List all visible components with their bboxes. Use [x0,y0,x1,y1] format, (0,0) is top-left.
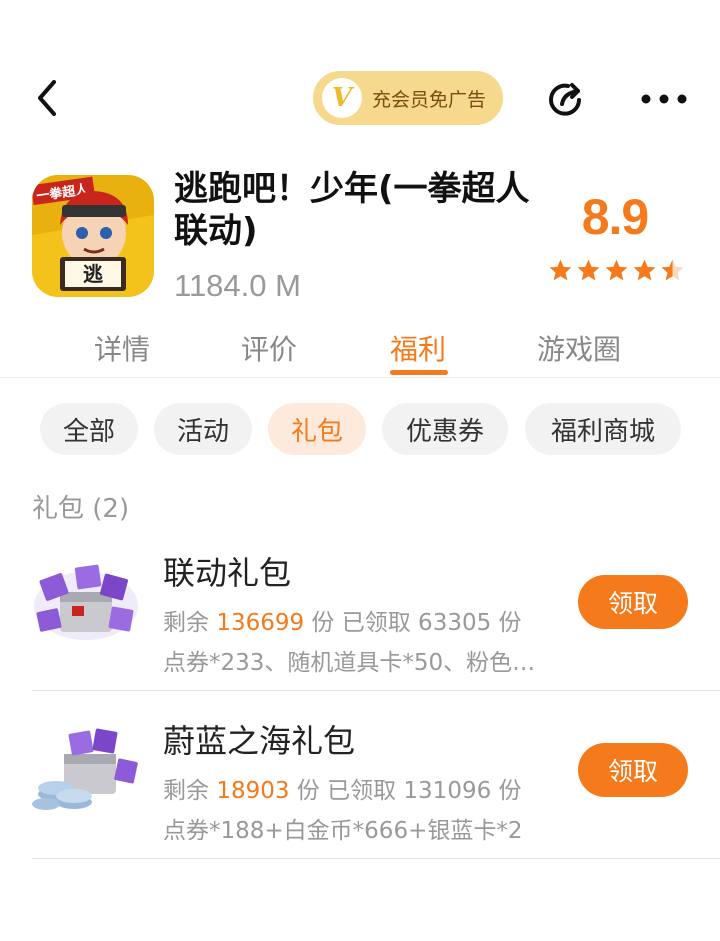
gift-pack-image [30,714,142,814]
gift-title: 联动礼包 [163,554,292,592]
chip-all[interactable]: 全部 [40,403,138,455]
divider [32,690,720,691]
gift-description: 点券*188+白金币*666+银蓝卡*2 [163,818,523,844]
tab-game-circle[interactable]: 游戏圈 [537,328,621,368]
tab-details[interactable]: 详情 [94,328,150,368]
chip-gift-packs[interactable]: 礼包 [268,403,366,455]
vip-icon: V [322,78,362,118]
tab-active-indicator [390,370,448,375]
chevron-left-icon [38,80,56,116]
app-icon: 一拳超人 逃 [32,175,154,297]
app-size: 1184.0 M [174,268,301,303]
vip-ad-free-button[interactable]: V 充会员免广告 [313,71,503,125]
remaining-count: 136699 [216,610,305,636]
share-button[interactable] [546,78,588,120]
list-item: 联动礼包 剩余 136699 份 已领取 63305 份 点券*233、随机道具… [0,528,720,696]
gift-stats: 剩余 18903 份 已领取 131096 份 [163,778,522,804]
icon-text-sign: 逃 [83,262,104,286]
list-item: 蔚蓝之海礼包 剩余 18903 份 已领取 131096 份 点券*188+白金… [0,696,720,864]
share-icon [549,83,581,116]
rating-score: 8.9 [581,189,650,245]
star-icon [549,259,572,281]
tab-benefits[interactable]: 福利 [390,328,446,368]
top-bar: V 充会员免广告 [0,60,720,136]
remaining-count: 18903 [216,778,290,804]
chip-coupons[interactable]: 优惠券 [382,403,508,455]
divider [0,377,720,378]
gift-description: 点券*233、随机道具卡*50、粉色主题卡*1 [163,650,548,676]
chip-activities[interactable]: 活动 [154,403,252,455]
more-dots-icon [641,94,687,104]
gift-pack-image [30,546,142,646]
claim-button[interactable]: 领取 [578,575,688,629]
vip-label: 充会员免广告 [372,88,487,111]
tab-reviews[interactable]: 评价 [241,328,297,368]
claim-button[interactable]: 领取 [578,743,688,797]
star-icon [605,259,628,281]
back-button[interactable] [30,76,70,120]
rating-stars [548,258,688,286]
divider [32,858,720,859]
app-name: 逃跑吧！少年(一拳超人联动) [174,169,530,251]
gift-stats: 剩余 136699 份 已领取 63305 份 [163,610,522,636]
chip-benefit-store[interactable]: 福利商城 [525,403,681,455]
star-icon [633,259,656,281]
more-options-button[interactable] [638,84,690,114]
tab-bar: 详情 评价 福利 游戏圈 [0,320,720,378]
half-star-icon [661,259,684,281]
star-icon [577,259,600,281]
section-title: 礼包 (2) [32,494,130,524]
gift-title: 蔚蓝之海礼包 [163,722,356,760]
